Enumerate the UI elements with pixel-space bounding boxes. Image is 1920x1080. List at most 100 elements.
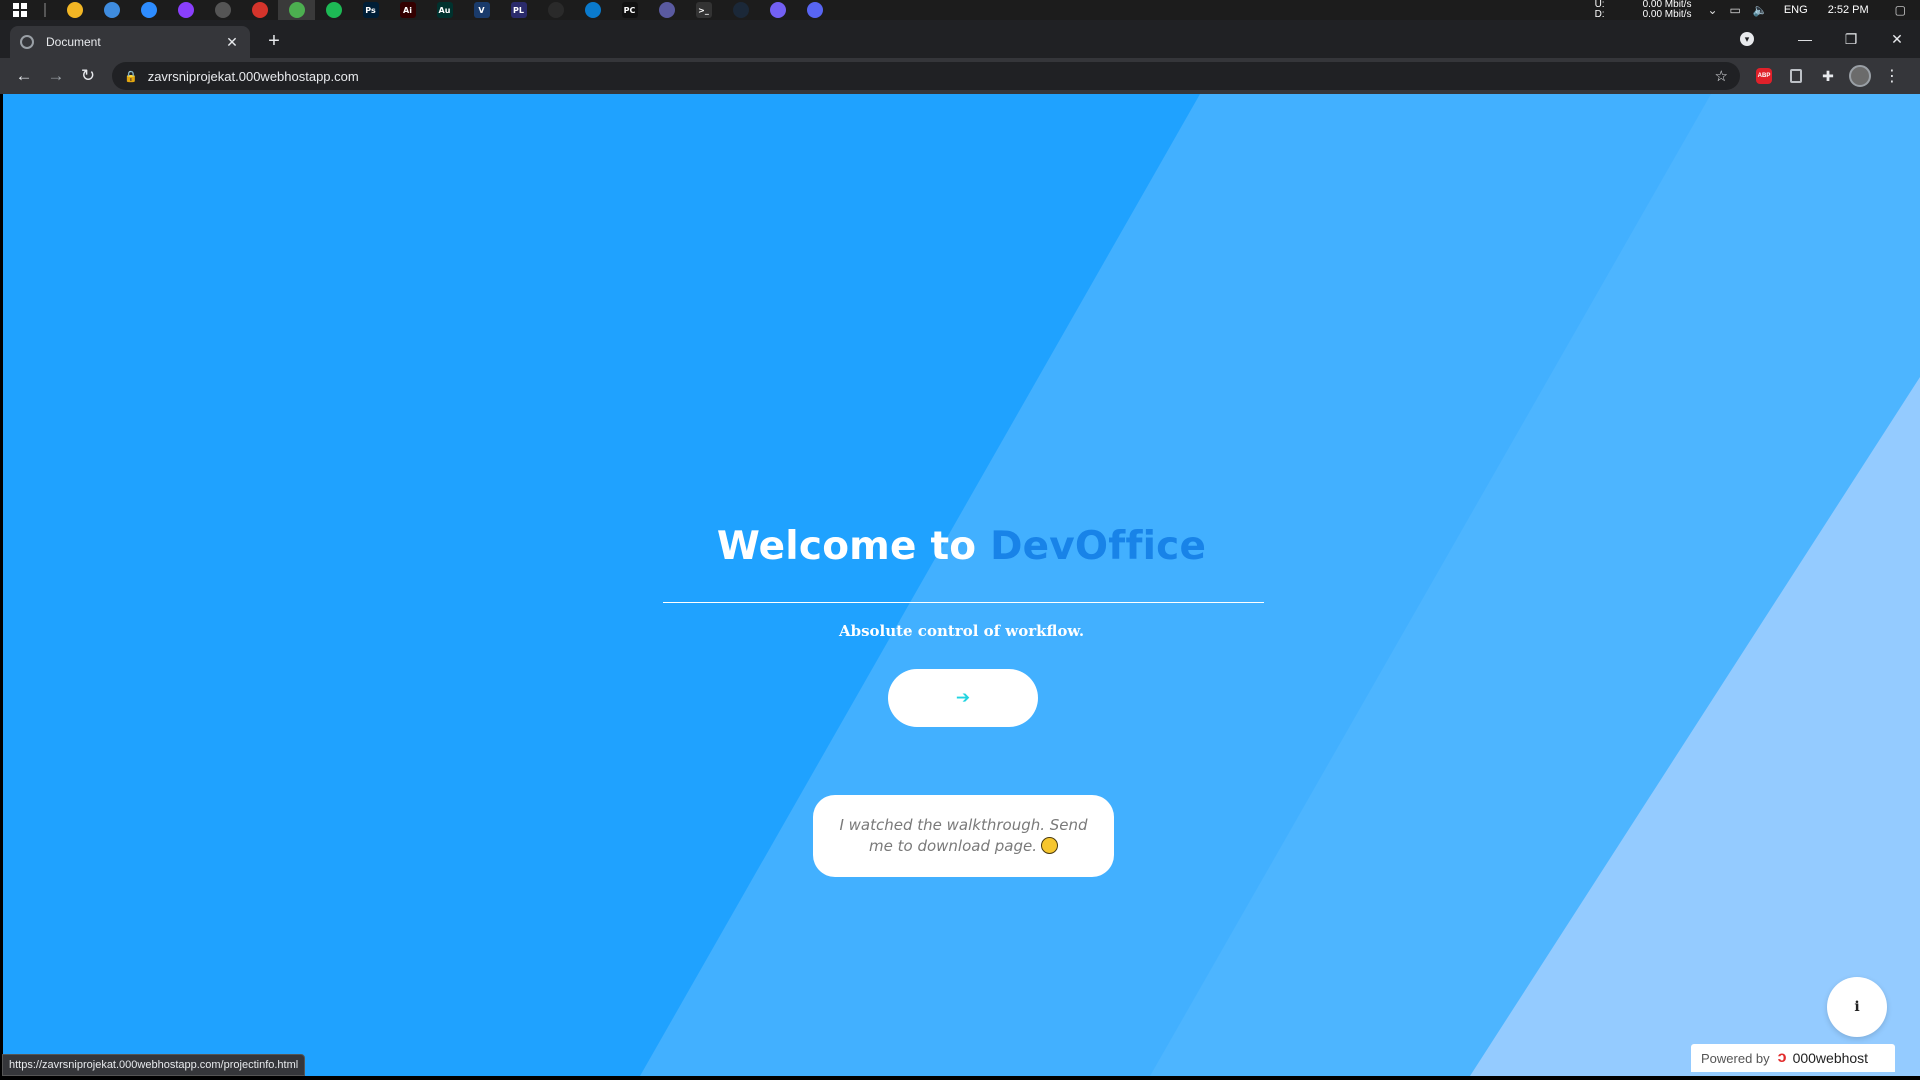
walkthrough-download-button[interactable]: I watched the walkthrough. Send me to do… (813, 795, 1114, 877)
kebab-menu-icon: ⋮ (1884, 68, 1900, 85)
powered-by-brand: 000webhost (1792, 1050, 1869, 1066)
taskbar-app-gaming-app[interactable] (648, 0, 685, 20)
taskbar-separator (44, 3, 46, 17)
taskbar-app-vegas[interactable]: V (463, 0, 500, 20)
adblock-extension[interactable]: ABP (1748, 60, 1780, 92)
taskbar-app-illustrator[interactable]: Ai (389, 0, 426, 20)
taskbar-app-steam[interactable] (722, 0, 759, 20)
back-arrow-icon[interactable]: ← (8, 60, 40, 92)
lock-icon[interactable]: 🔒 (124, 70, 138, 83)
spotify-icon (325, 2, 342, 18)
taskbar-app-zoom[interactable] (130, 0, 167, 20)
clock[interactable]: 2:52 PM (1828, 4, 1869, 16)
avatar (1849, 65, 1871, 87)
powered-by-label: Powered by (1701, 1050, 1770, 1066)
steam-icon (732, 2, 749, 18)
url-text[interactable]: zavrsniprojekat.000webhostapp.com (148, 69, 1715, 84)
browser-tab[interactable]: Document ✕ (10, 26, 250, 58)
forward-arrow-icon[interactable]: → (40, 60, 72, 92)
taskbar-app-steam-like-gray[interactable] (204, 0, 241, 20)
taskbar-app-photoshop[interactable]: Ps (352, 0, 389, 20)
taskbar-app-discord[interactable] (796, 0, 833, 20)
anydesk-icon (251, 2, 268, 18)
audition-icon: Au (436, 2, 453, 18)
illustrator-icon: Ai (399, 2, 416, 18)
extension-gray[interactable] (1780, 60, 1812, 92)
smiley-emoji-icon (1040, 837, 1058, 854)
vscode-icon (584, 2, 601, 18)
restore-button[interactable]: ❐ (1828, 31, 1874, 48)
terminal-icon: >_ (695, 2, 712, 18)
taskbar-app-cursor-app[interactable] (537, 0, 574, 20)
notification-icon[interactable]: ▢ (1895, 3, 1906, 17)
discord-icon (806, 2, 823, 18)
link-status-bubble: https://zavrsniprojekat.000webhostapp.co… (2, 1054, 306, 1076)
info-button[interactable]: i (1827, 977, 1887, 1037)
adblock-icon: ABP (1756, 68, 1772, 84)
close-window-button[interactable]: ✕ (1874, 31, 1920, 48)
vegas-icon: V (473, 2, 490, 18)
powered-by-badge[interactable]: Powered by ↄ 000webhost (1691, 1044, 1895, 1072)
net-download-value: 0.00 Mbit/s (1642, 9, 1692, 20)
bookmark-star-icon[interactable]: ☆ (1715, 67, 1728, 85)
pycharm-icon: PC (621, 2, 638, 18)
extensions-area: ABP ✚ ⋮ (1748, 60, 1908, 92)
pluralsight-icon: PL (510, 2, 527, 18)
taskbar-app-pycharm[interactable]: PC (611, 0, 648, 20)
profile-button[interactable] (1844, 60, 1876, 92)
heading-divider (663, 602, 1264, 603)
system-tray: U: D: 0.00 Mbit/s 0.00 Mbit/s ⌄ ▭ 🔈 ENG … (1595, 0, 1920, 20)
gaming-app-icon (658, 2, 675, 18)
windows-taskbar: Ps Ai Au V PL PC >_ U: D: 0.00 Mbit/s 0.00 Mbi… (0, 0, 1920, 20)
minimize-button[interactable]: — (1782, 31, 1828, 47)
language-indicator[interactable]: ENG (1784, 4, 1808, 16)
taskbar-app-messenger[interactable] (167, 0, 204, 20)
globe-icon (20, 35, 34, 49)
taskbar-app-file-explorer[interactable] (56, 0, 93, 20)
heading-brand: DevOffice (990, 524, 1207, 569)
taskbar-app-audition[interactable]: Au (426, 0, 463, 20)
close-tab-icon[interactable]: ✕ (224, 34, 240, 51)
extension-icon (1790, 69, 1802, 83)
app-blue-globe-icon (103, 2, 120, 18)
page-title: Welcome to DevOffice (3, 524, 1920, 569)
taskbar-app-chrome[interactable] (278, 0, 315, 20)
volume-icon[interactable]: 🔈 (1753, 3, 1768, 17)
tagline: Absolute control of workflow. (838, 622, 1085, 640)
net-download-label: D: (1594, 9, 1605, 20)
heading-prefix: Welcome to (716, 524, 991, 569)
photoshop-icon: Ps (362, 2, 379, 18)
zoom-icon (140, 2, 157, 18)
browser-tab-strip: Document ✕ + ▾ — ❐ ✕ (0, 20, 1920, 58)
steam-like-gray-icon (214, 2, 231, 18)
hero-section: Welcome to DevOffice Absolute control of… (3, 94, 1920, 1076)
new-tab-button[interactable]: + (262, 30, 286, 54)
messenger-icon (177, 2, 194, 18)
taskbar-app-spotify[interactable] (315, 0, 352, 20)
taskbar-apps: Ps Ai Au V PL PC >_ (56, 0, 833, 20)
reload-icon[interactable]: ↻ (72, 60, 104, 92)
start-button[interactable] (10, 0, 30, 20)
network-speed-meter: U: D: 0.00 Mbit/s 0.00 Mbit/s (1595, 0, 1692, 20)
continue-button[interactable]: ➔ (888, 669, 1038, 727)
chevron-up-icon[interactable]: ⌄ (1707, 3, 1717, 17)
windows-logo-icon (13, 3, 27, 17)
taskbar-app-app-blue-globe[interactable] (93, 0, 130, 20)
taskbar-app-pluralsight[interactable]: PL (500, 0, 537, 20)
file-explorer-icon (66, 2, 83, 18)
viber-icon (769, 2, 786, 18)
chrome-menu[interactable]: ⋮ (1876, 60, 1908, 92)
tab-search-icon[interactable]: ▾ (1740, 32, 1754, 46)
tab-title: Document (46, 35, 101, 49)
taskbar-app-vscode[interactable] (574, 0, 611, 20)
taskbar-app-viber[interactable] (759, 0, 796, 20)
page-viewport: Welcome to DevOffice Absolute control of… (3, 94, 1920, 1076)
puzzle-icon: ✚ (1822, 67, 1834, 84)
chrome-icon (288, 2, 305, 18)
network-icon[interactable]: ▭ (1730, 3, 1741, 17)
browser-toolbar: ← → ↻ 🔒 zavrsniprojekat.000webhostapp.co… (0, 58, 1920, 94)
extensions-menu[interactable]: ✚ (1812, 60, 1844, 92)
taskbar-app-terminal[interactable]: >_ (685, 0, 722, 20)
taskbar-app-anydesk[interactable] (241, 0, 278, 20)
address-bar[interactable]: 🔒 zavrsniprojekat.000webhostapp.com ☆ (112, 62, 1740, 90)
